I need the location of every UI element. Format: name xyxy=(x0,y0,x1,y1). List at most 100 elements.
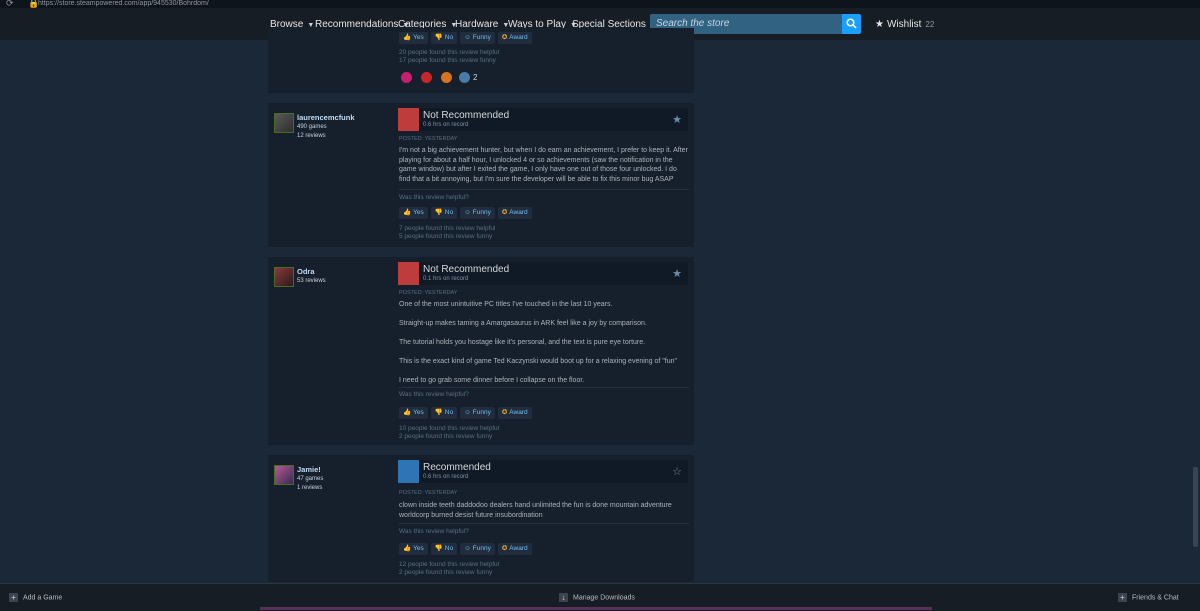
vote-yes-button[interactable]: 👍 Yes xyxy=(399,32,428,44)
thumbs-up-icon: 👍 xyxy=(403,34,412,41)
review-helpful-counts: 7 people found this review helpful 5 peo… xyxy=(399,225,496,240)
helpful-question: Was this review helpful? xyxy=(399,528,469,535)
smiley-icon: ☺ xyxy=(464,209,471,216)
thumbs-down-icon xyxy=(398,108,419,131)
search-icon xyxy=(846,18,857,29)
page-scrollbar[interactable] xyxy=(1193,467,1198,547)
reviewer-name[interactable]: laurencemcfunk xyxy=(297,113,355,122)
vote-funny-button[interactable]: ☺ Funny xyxy=(460,407,495,419)
review-card: Jamie! 47 games 1 reviews Recommended 0.… xyxy=(268,455,694,582)
friends-chat-button[interactable]: + Friends & Chat xyxy=(1118,593,1179,602)
verdict-title: Recommended xyxy=(423,462,491,473)
reviewer-games[interactable]: 490 games xyxy=(297,124,327,130)
verdict-title: Not Recommended xyxy=(423,264,510,275)
reviewer-reviews[interactable]: 53 reviews xyxy=(297,278,326,284)
posted-date: POSTED: YESTERDAY xyxy=(399,136,458,142)
thumbs-down-icon: 👎 xyxy=(434,409,443,416)
review-vote-buttons: 👍 Yes 👎 No ☺ Funny ✪ Award xyxy=(399,543,535,555)
vote-yes-button[interactable]: 👍 Yes xyxy=(399,543,428,555)
thumbs-down-icon: 👎 xyxy=(434,545,443,552)
star-icon[interactable]: ★ xyxy=(672,267,682,280)
reviewer-name[interactable]: Jamie! xyxy=(297,465,321,474)
award-button[interactable]: ✪ Award xyxy=(497,32,532,44)
star-icon[interactable]: ★ xyxy=(672,113,682,126)
friends-icon: + xyxy=(1118,593,1127,602)
review-verdict[interactable]: Recommended 0.6 hrs on record ☆ xyxy=(398,460,688,483)
thumbs-down-icon: 👎 xyxy=(434,209,443,216)
award-count: 2 xyxy=(473,73,478,82)
vote-no-button[interactable]: 👎 No xyxy=(430,407,458,419)
star-outline-icon[interactable]: ☆ xyxy=(672,465,682,478)
review-vote-buttons: 👍 Yes 👎 No ☺ Funny ✪ Award xyxy=(399,407,535,419)
add-game-button[interactable]: + Add a Game xyxy=(9,593,62,602)
wishlist-count: 22 xyxy=(925,20,935,29)
avatar[interactable] xyxy=(274,465,294,485)
vote-no-button[interactable]: 👎 No xyxy=(430,543,458,555)
manage-downloads-button[interactable]: ↓ Manage Downloads xyxy=(559,593,635,602)
vote-yes-button[interactable]: 👍 Yes xyxy=(399,407,428,419)
review-text: clown inside teeth daddodoo dealers hand… xyxy=(399,502,672,519)
thumbs-up-icon: 👍 xyxy=(403,545,412,552)
vote-yes-button[interactable]: 👍 Yes xyxy=(399,207,428,219)
review-vote-buttons: 👍 Yes 👎 No ☺ Funny ✪ Award xyxy=(399,32,535,44)
hours-on-record: 0.6 hrs on record xyxy=(423,474,469,480)
reviewer-name[interactable]: Odra xyxy=(297,267,315,276)
review-helpful-counts: 10 people found this review helpful 2 pe… xyxy=(399,425,500,440)
star-icon: ★ xyxy=(875,19,884,30)
wishlist-link[interactable]: ★ Wishlist 22 xyxy=(875,19,934,30)
hours-on-record: 0.6 hrs on record xyxy=(423,122,469,128)
thumbs-up-icon: 👍 xyxy=(403,209,412,216)
verdict-title: Not Recommended xyxy=(423,110,510,121)
award-fire-icon[interactable] xyxy=(421,72,432,83)
avatar[interactable] xyxy=(274,267,294,287)
review-verdict[interactable]: Not Recommended 0.1 hrs on record ★ xyxy=(398,262,688,285)
divider xyxy=(399,189,689,190)
divider xyxy=(399,387,689,388)
smiley-icon: ☺ xyxy=(464,409,471,416)
posted-date: POSTED: YESTERDAY xyxy=(399,490,458,496)
award-icon: ✪ xyxy=(501,209,508,216)
review-vote-buttons: 👍 Yes 👎 No ☺ Funny ✪ Award xyxy=(399,207,535,219)
avatar[interactable] xyxy=(274,113,294,133)
review-text: One of the most unintuitive PC titles I'… xyxy=(399,301,677,384)
vote-funny-button[interactable]: ☺ Funny xyxy=(460,207,495,219)
award-button[interactable]: ✪ Award xyxy=(497,207,532,219)
vote-no-button[interactable]: 👎 No xyxy=(430,207,458,219)
review-helpful-counts: 20 people found this review helpful 17 p… xyxy=(399,49,500,64)
helpful-question: Was this review helpful? xyxy=(399,391,469,398)
award-heart-icon[interactable] xyxy=(401,72,412,83)
smiley-icon: ☺ xyxy=(464,34,471,41)
reviewer-reviews[interactable]: 1 reviews xyxy=(297,485,322,491)
award-icon: ✪ xyxy=(501,409,508,416)
smiley-icon: ☺ xyxy=(464,545,471,552)
review-verdict[interactable]: Not Recommended 0.6 hrs on record ★ xyxy=(398,108,688,131)
reviewer-games[interactable]: 47 games xyxy=(297,476,323,482)
browser-url-bar[interactable]: ⟳ 🔒 https://store.steampowered.com/app/9… xyxy=(0,0,1200,8)
thumbs-up-icon: 👍 xyxy=(403,409,412,416)
divider xyxy=(399,523,689,524)
award-button[interactable]: ✪ Award xyxy=(497,543,532,555)
search-button[interactable] xyxy=(842,14,861,34)
review-helpful-counts: 12 people found this review helpful 2 pe… xyxy=(399,561,500,576)
award-sun-icon[interactable] xyxy=(441,72,452,83)
thumbs-up-icon xyxy=(398,460,419,483)
award-medal-icon[interactable] xyxy=(459,72,470,83)
vote-no-button[interactable]: 👎 No xyxy=(430,32,458,44)
helpful-question: Was this review helpful? xyxy=(399,194,469,201)
plus-icon: + xyxy=(9,593,18,602)
thumbs-down-icon xyxy=(398,262,419,285)
review-card: 👍 Yes 👎 No ☺ Funny ✪ Award 20 people found this… xyxy=(268,28,694,93)
review-card: laurencemcfunk 490 games 12 reviews Not … xyxy=(268,103,694,247)
vote-funny-button[interactable]: ☺ Funny xyxy=(460,32,495,44)
review-text: I'm not a big achievement hunter, but wh… xyxy=(399,147,688,183)
vote-funny-button[interactable]: ☺ Funny xyxy=(460,543,495,555)
thumbs-down-icon: 👎 xyxy=(434,34,443,41)
posted-date: POSTED: YESTERDAY xyxy=(399,290,458,296)
download-icon: ↓ xyxy=(559,593,568,602)
award-icon: ✪ xyxy=(501,545,508,552)
award-button[interactable]: ✪ Award xyxy=(497,407,532,419)
review-card: Odra 53 reviews Not Recommended 0.1 hrs … xyxy=(268,257,694,445)
hours-on-record: 0.1 hrs on record xyxy=(423,276,469,282)
reviewer-reviews[interactable]: 12 reviews xyxy=(297,133,326,139)
award-icon: ✪ xyxy=(501,34,508,41)
